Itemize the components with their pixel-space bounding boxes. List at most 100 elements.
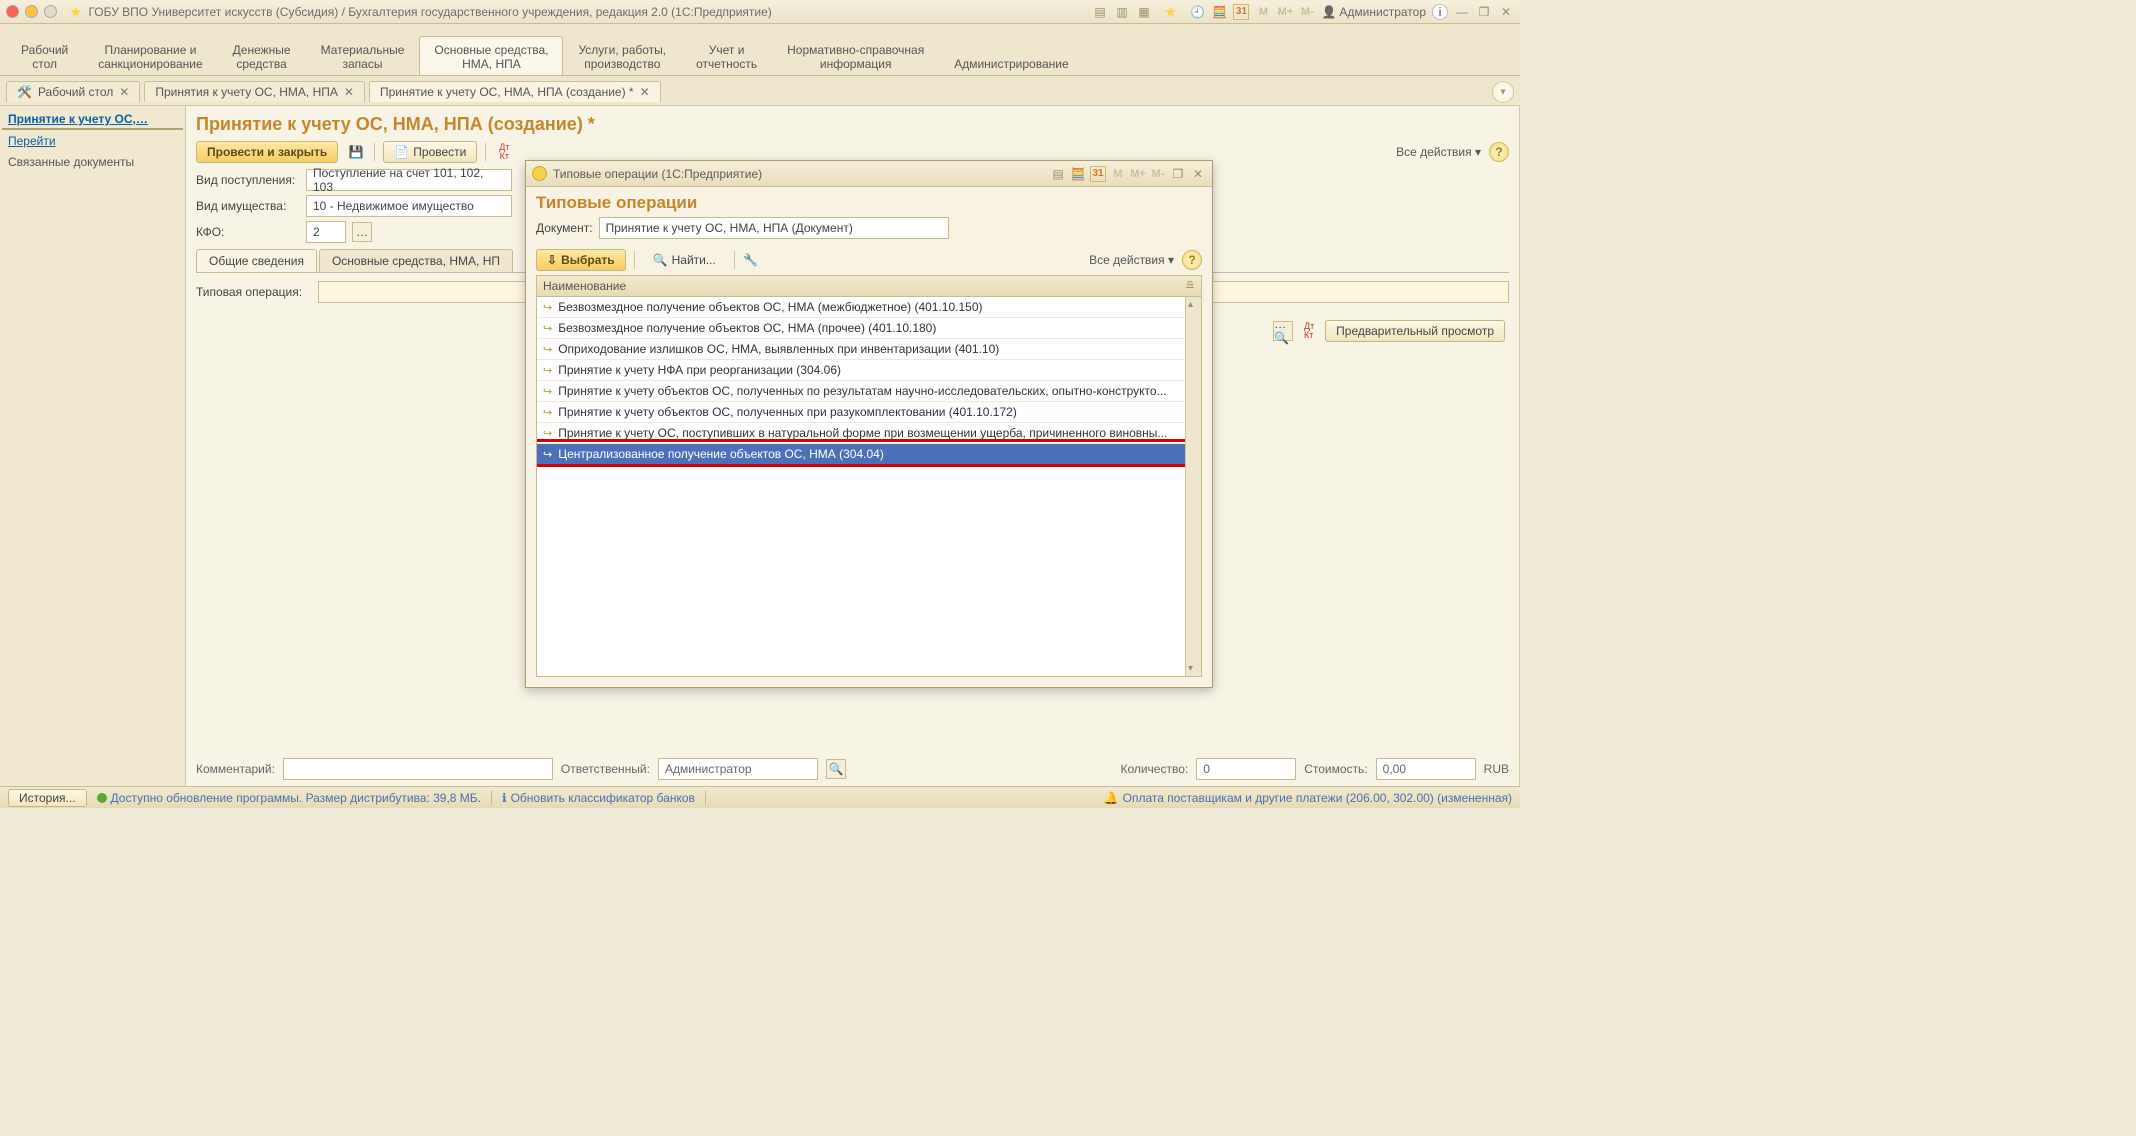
current-user[interactable]: Администратор: [1321, 5, 1426, 19]
list-item-selected[interactable]: ↪Централизованное получение объектов ОС,…: [537, 444, 1201, 465]
modal-calendar-icon[interactable]: 31: [1090, 166, 1106, 182]
section-reference[interactable]: Нормативно-справочная информация: [772, 36, 939, 75]
win-close-icon[interactable]: ✕: [1498, 4, 1514, 20]
kfo-lookup-button[interactable]: …: [352, 222, 372, 242]
calendar-icon[interactable]: 31: [1233, 4, 1249, 20]
mac-close-icon[interactable]: [6, 5, 19, 18]
doctab-label: Рабочий стол: [38, 85, 113, 99]
sort-icon[interactable]: ≞: [1185, 279, 1195, 293]
select-button[interactable]: ⇩ Выбрать: [536, 249, 626, 271]
responsible-field[interactable]: Администратор: [658, 758, 818, 780]
receipt-type-field[interactable]: Поступление на счет 101, 102, 103: [306, 169, 512, 191]
close-icon[interactable]: ✕: [344, 85, 354, 99]
win-restore-icon[interactable]: ❐: [1476, 4, 1492, 20]
qty-field[interactable]: 0: [1196, 758, 1296, 780]
sidebar: Принятие к учету ОС,… Перейти Связанные …: [0, 106, 186, 786]
modal-calc-icon[interactable]: 🧮: [1070, 166, 1086, 182]
asset-type-field[interactable]: 10 - Недвижимое имущество: [306, 195, 512, 217]
nav-forward-icon[interactable]: ▾: [1492, 81, 1514, 103]
responsible-lookup-button[interactable]: 🔍: [826, 759, 846, 779]
section-fixed-assets[interactable]: Основные средства, НМА, НПА: [419, 36, 563, 75]
modal-all-actions[interactable]: Все действия ▾: [1089, 253, 1174, 267]
doctab-list[interactable]: Принятия к учету ОС, НМА, НПА ✕: [144, 81, 365, 102]
toolbar-icon-1[interactable]: ▤: [1092, 4, 1108, 20]
sidebar-go-link[interactable]: Перейти: [2, 130, 183, 152]
history-button[interactable]: История...: [8, 789, 87, 807]
win-min-icon[interactable]: —: [1454, 4, 1470, 20]
cost-field[interactable]: 0,00: [1376, 758, 1476, 780]
preview-button[interactable]: Предварительный просмотр: [1325, 320, 1505, 342]
dtkt-icon-2[interactable]: Дт Кт: [1299, 321, 1319, 341]
separator: [491, 791, 492, 805]
section-cash[interactable]: Денежные средства: [218, 36, 306, 75]
mem-m[interactable]: M: [1255, 4, 1271, 20]
post-and-close-button[interactable]: Провести и закрыть: [196, 141, 338, 163]
section-accounting[interactable]: Учет и отчетность: [681, 36, 772, 75]
section-desktop[interactable]: Рабочий стол: [6, 36, 83, 75]
all-actions-menu[interactable]: Все действия ▾: [1396, 145, 1481, 159]
section-services[interactable]: Услуги, работы, производство: [563, 36, 681, 75]
status-update-text: Доступно обновление программы. Размер ди…: [111, 791, 481, 805]
close-icon[interactable]: ✕: [119, 85, 129, 99]
doctab-desktop[interactable]: 🛠️ Рабочий стол ✕: [6, 81, 140, 102]
favorite-icon[interactable]: ★: [69, 3, 82, 21]
item-icon: ↪: [543, 406, 552, 419]
calc-icon[interactable]: 🧮: [1211, 4, 1227, 20]
clock-icon[interactable]: 🕘: [1189, 4, 1205, 20]
modal-tool-1[interactable]: ▤: [1050, 166, 1066, 182]
list-item[interactable]: ↪Оприходование излишков ОС, НМА, выявлен…: [537, 339, 1201, 360]
select-icon: ⇩: [547, 253, 557, 267]
mem-mplus[interactable]: M+: [1277, 4, 1293, 20]
status-banks[interactable]: ℹОбновить классификатор банков: [502, 791, 695, 805]
modal-restore-icon[interactable]: ❐: [1170, 166, 1186, 182]
modal-mem-mplus[interactable]: M+: [1130, 166, 1146, 182]
mac-min-icon[interactable]: [25, 5, 38, 18]
toolbar-icon-2[interactable]: ▥: [1114, 4, 1130, 20]
status-payments[interactable]: 🔔Оплата поставщикам и другие платежи (20…: [1104, 791, 1512, 805]
typical-op-label: Типовая операция:: [196, 285, 312, 299]
list-scrollbar[interactable]: [1185, 297, 1201, 676]
item-icon: ↪: [543, 364, 552, 377]
section-admin[interactable]: Администрирование: [939, 50, 1083, 75]
list-item[interactable]: ↪Принятие к учету объектов ОС, полученны…: [537, 381, 1201, 402]
comment-field[interactable]: [283, 758, 553, 780]
clear-filter-icon[interactable]: 🔧: [743, 252, 759, 268]
toolbar-icon-3[interactable]: ▦: [1136, 4, 1152, 20]
post-icon: 📄: [394, 145, 409, 159]
mem-mminus[interactable]: M-: [1299, 4, 1315, 20]
help-icon[interactable]: ?: [1489, 142, 1509, 162]
list-header[interactable]: Наименование ≞: [536, 275, 1202, 297]
save-icon[interactable]: 💾: [346, 142, 366, 162]
list-item[interactable]: ↪Безвозмездное получение объектов ОС, НМ…: [537, 297, 1201, 318]
close-icon[interactable]: ✕: [640, 85, 650, 99]
favorite2-icon[interactable]: ★: [1164, 3, 1177, 21]
status-dot-icon: [97, 793, 107, 803]
list-item[interactable]: ↪Безвозмездное получение объектов ОС, НМ…: [537, 318, 1201, 339]
lookup-button[interactable]: …🔍: [1273, 321, 1293, 341]
modal-mem-mminus[interactable]: M-: [1150, 166, 1166, 182]
kfo-field[interactable]: 2: [306, 221, 346, 243]
modal-mem-m[interactable]: M: [1110, 166, 1126, 182]
modal-doc-field[interactable]: Принятие к учету ОС, НМА, НПА (Документ): [599, 217, 949, 239]
find-button[interactable]: 🔍 Найти...: [643, 250, 726, 270]
status-payments-text: Оплата поставщикам и другие платежи (206…: [1123, 791, 1512, 805]
modal-close-icon[interactable]: ✕: [1190, 166, 1206, 182]
tab-general[interactable]: Общие сведения: [196, 249, 317, 272]
list-item[interactable]: ↪Принятие к учету НФА при реорганизации …: [537, 360, 1201, 381]
tab-assets[interactable]: Основные средства, НМА, НП: [319, 249, 513, 272]
section-planning[interactable]: Планирование и санкционирование: [83, 36, 217, 75]
receipt-type-label: Вид поступления:: [196, 173, 300, 187]
mac-max-icon[interactable]: [44, 5, 57, 18]
list-item[interactable]: ↪Принятие к учету ОС, поступивших в нату…: [537, 423, 1201, 444]
modal-toolbar: ⇩ Выбрать 🔍 Найти... 🔧 Все действия ▾ ?: [526, 245, 1212, 275]
list-item[interactable]: ↪Принятие к учету объектов ОС, полученны…: [537, 402, 1201, 423]
modal-help-icon[interactable]: ?: [1182, 250, 1202, 270]
doctab-new-document[interactable]: Принятие к учету ОС, НМА, НПА (создание)…: [369, 81, 661, 102]
dtkt-icon[interactable]: Дт Кт: [494, 142, 514, 162]
sidebar-related-docs[interactable]: Связанные документы: [2, 152, 183, 172]
post-button[interactable]: 📄 Провести: [383, 141, 477, 163]
separator: [705, 791, 706, 805]
status-update[interactable]: Доступно обновление программы. Размер ди…: [97, 791, 481, 805]
info-icon[interactable]: i: [1432, 4, 1448, 20]
section-materials[interactable]: Материальные запасы: [306, 36, 420, 75]
